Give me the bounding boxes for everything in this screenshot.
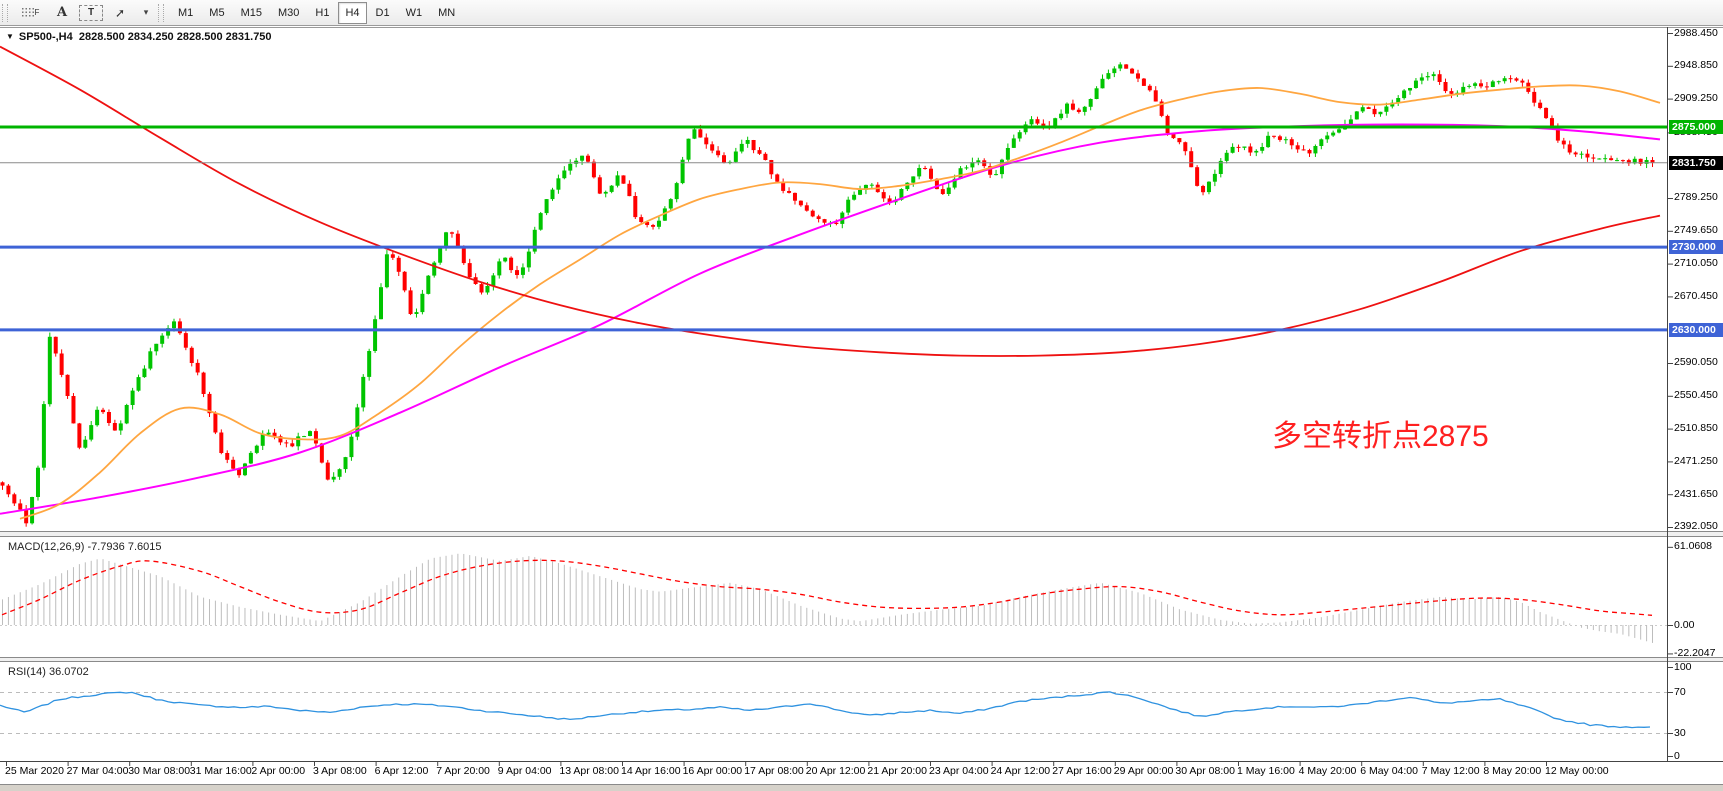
time-axis-label: 27 Mar 04:00 xyxy=(67,765,129,777)
time-axis-label: 3 Apr 08:00 xyxy=(313,765,367,777)
time-axis-label: 7 Apr 20:00 xyxy=(436,765,490,777)
price-tick-label: 2909.250 xyxy=(1674,92,1718,105)
time-axis-label: 2 Apr 00:00 xyxy=(251,765,305,777)
macd-tick-label: 0.00 xyxy=(1674,619,1694,632)
price-tick-label: 2670.450 xyxy=(1674,290,1718,303)
symbol-ohlc-values: 2828.500 2834.250 2828.500 2831.750 xyxy=(79,31,272,43)
price-tick-label: 2431.650 xyxy=(1674,488,1718,501)
price-annotation-text: 多空转折点2875 xyxy=(1272,411,1489,455)
symbol-bar[interactable]: ▼ SP500-,H4 2828.500 2834.250 2828.500 28… xyxy=(6,31,272,43)
macd-tick-label: 61.0608 xyxy=(1674,540,1712,553)
time-axis-label: 4 May 20:00 xyxy=(1299,765,1357,777)
macd-tick-label: -22.2047 xyxy=(1674,647,1715,660)
price-tick-label: 2471.250 xyxy=(1674,455,1718,468)
time-axis-label: 6 Apr 12:00 xyxy=(375,765,429,777)
price-tick-label: 2988.450 xyxy=(1674,27,1718,40)
price-tick-label: 2749.650 xyxy=(1674,224,1718,237)
current-price-label: 2831.750 xyxy=(1669,156,1723,170)
time-axis-label: 29 Apr 00:00 xyxy=(1114,765,1174,777)
price-tick-label: 2550.450 xyxy=(1674,389,1718,402)
time-axis-label: 1 May 16:00 xyxy=(1237,765,1295,777)
price-tick-label: 2510.850 xyxy=(1674,422,1718,435)
time-axis-label: 20 Apr 12:00 xyxy=(806,765,866,777)
symbol-title: SP500-,H4 xyxy=(19,31,73,43)
time-axis-label: 24 Apr 12:00 xyxy=(991,765,1051,777)
time-axis-label: 6 May 04:00 xyxy=(1360,765,1418,777)
level-price-label: 2730.000 xyxy=(1669,240,1723,254)
symbol-dropdown-icon[interactable]: ▼ xyxy=(6,32,14,41)
time-axis-label: 23 Apr 04:00 xyxy=(929,765,989,777)
time-axis-label: 14 Apr 16:00 xyxy=(621,765,681,777)
mt4-window: FAT➚▾ M1M5M15M30H1H4D1W1MN ▼SP500-,H4 28… xyxy=(0,0,1723,791)
time-axis-label: 12 May 00:00 xyxy=(1545,765,1609,777)
rsi-label: RSI(14) 36.0702 xyxy=(8,666,89,678)
time-axis-label: 13 Apr 08:00 xyxy=(559,765,619,777)
price-tick-label: 2392.050 xyxy=(1674,520,1718,533)
time-axis-label: 31 Mar 16:00 xyxy=(190,765,252,777)
time-axis-label: 17 Apr 08:00 xyxy=(744,765,804,777)
time-axis-label: 9 Apr 04:00 xyxy=(498,765,552,777)
macd-label: MACD(12,26,9) -7.7936 7.6015 xyxy=(8,541,161,553)
time-axis-label: 8 May 20:00 xyxy=(1483,765,1541,777)
time-axis-label: 27 Apr 16:00 xyxy=(1052,765,1112,777)
time-axis-label: 7 May 12:00 xyxy=(1422,765,1480,777)
price-tick-label: 2590.050 xyxy=(1674,356,1718,369)
level-price-label: 2630.000 xyxy=(1669,323,1723,337)
time-axis-label: 30 Apr 08:00 xyxy=(1175,765,1235,777)
rsi-tick-label: 70 xyxy=(1674,686,1686,699)
level-price-label: 2875.000 xyxy=(1669,120,1723,134)
price-tick-label: 2789.250 xyxy=(1674,191,1718,204)
price-tick-label: 2710.050 xyxy=(1674,257,1718,270)
rsi-tick-label: 30 xyxy=(1674,727,1686,740)
time-axis-label: 30 Mar 08:00 xyxy=(128,765,190,777)
price-chart-canvas[interactable] xyxy=(0,0,1723,791)
time-axis-label: 16 Apr 00:00 xyxy=(683,765,743,777)
time-axis-label: 25 Mar 2020 xyxy=(5,765,64,777)
rsi-tick-label: 100 xyxy=(1674,661,1692,674)
rsi-tick-label: 0 xyxy=(1674,750,1680,763)
price-tick-label: 2948.850 xyxy=(1674,59,1718,72)
time-axis-label: 21 Apr 20:00 xyxy=(867,765,927,777)
